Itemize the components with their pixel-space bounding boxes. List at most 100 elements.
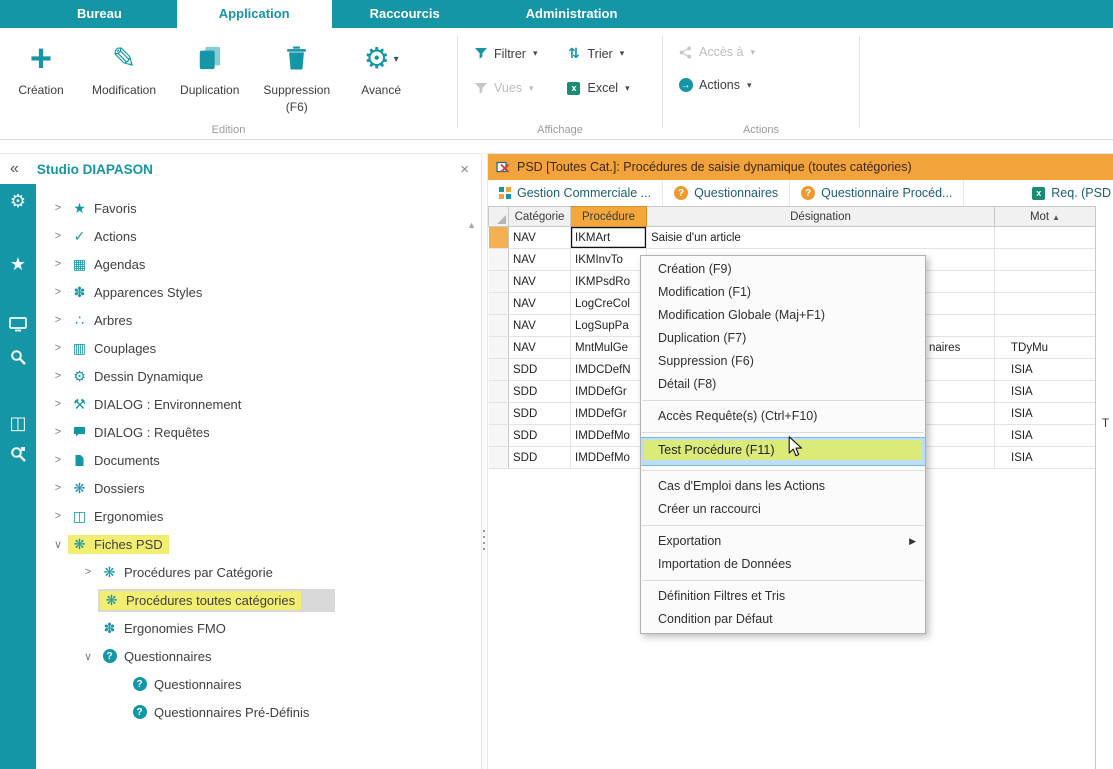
row-selector[interactable]: [489, 271, 509, 293]
ribbon-tab-application[interactable]: Application: [177, 0, 332, 28]
tree-item-ergonomies-fmo[interactable]: ✽Ergonomies FMO: [36, 614, 481, 642]
chevron-right-icon[interactable]: >: [48, 258, 68, 270]
chevron-right-icon[interactable]: >: [48, 454, 68, 466]
modification-button[interactable]: ✎Modification: [92, 37, 156, 98]
tree-item-procedures-par-categorie[interactable]: >❋Procédures par Catégorie: [36, 558, 481, 586]
row-selector[interactable]: [489, 293, 509, 315]
ribbon-tab-bureau[interactable]: Bureau: [22, 0, 177, 28]
tree-item-dossiers[interactable]: >❋Dossiers: [36, 474, 481, 502]
column-header-categorie[interactable]: Catégorie: [509, 207, 571, 227]
collapse-panel-icon[interactable]: «: [10, 160, 19, 178]
chevron-right-icon[interactable]: >: [48, 510, 68, 522]
row-selector[interactable]: [489, 249, 509, 271]
actions-button[interactable]: →Actions▾: [677, 78, 755, 92]
menu-item-creation-f9[interactable]: Création (F9): [641, 258, 925, 281]
search-icon[interactable]: [0, 349, 36, 365]
column-header-mot[interactable]: Mot▲: [995, 207, 1096, 227]
ribbon-tab-administration[interactable]: Administration: [478, 0, 666, 28]
scroll-up-icon[interactable]: ▲: [467, 220, 476, 230]
creation-button[interactable]: +Création: [14, 37, 68, 98]
menu-item-definition-filtres-et-tris[interactable]: Définition Filtres et Tris: [641, 585, 925, 608]
trier-button[interactable]: ⇅Trier▾: [565, 45, 629, 62]
ribbon-tab-raccourcis[interactable]: Raccourcis: [332, 0, 478, 28]
monitor-icon[interactable]: [0, 317, 36, 332]
tab-gestion-commerciale[interactable]: Gestion Commerciale ...: [488, 180, 663, 206]
menu-item-condition-par-defaut[interactable]: Condition par Défaut: [641, 608, 925, 631]
columns-icon[interactable]: ◫: [0, 414, 36, 432]
tree-item-dialog-environnement[interactable]: >⚒DIALOG : Environnement: [36, 390, 481, 418]
chevron-right-icon[interactable]: >: [48, 398, 68, 410]
excel-button[interactable]: xExcel▾: [565, 81, 629, 95]
tree-item-actions[interactable]: >✓Actions: [36, 222, 481, 250]
filtrer-button[interactable]: Filtrer▾: [472, 45, 537, 62]
tree-item-procedures-toutes-categories[interactable]: ❋Procédures toutes catégories: [36, 586, 481, 614]
column-header-procedure[interactable]: Procédure: [571, 207, 647, 227]
chevron-right-icon[interactable]: >: [48, 370, 68, 382]
chevron-right-icon[interactable]: >: [48, 482, 68, 494]
dropdown-caret-icon[interactable]: ▾: [533, 48, 538, 59]
column-header-designation[interactable]: Désignation: [647, 207, 995, 227]
select-all-corner[interactable]: [489, 207, 509, 227]
row-selector[interactable]: [489, 447, 509, 469]
tree-item-couplages[interactable]: >▥Couplages: [36, 334, 481, 362]
tab-req-psd[interactable]: xReq. (PSD: [1021, 180, 1113, 206]
menu-item-acces-requete-s-ctrl-f10[interactable]: Accès Requête(s) (Ctrl+F10): [641, 405, 925, 428]
menu-item-modification-f1[interactable]: Modification (F1): [641, 281, 925, 304]
chevron-right-icon[interactable]: >: [78, 566, 98, 578]
menu-item-importation-de-donnees[interactable]: Importation de Données: [641, 553, 925, 576]
acces-a-button[interactable]: Accès à▾: [677, 45, 755, 59]
chevron-right-icon[interactable]: >: [48, 314, 68, 326]
avance-button[interactable]: ⚙▾Avancé: [354, 37, 408, 98]
chevron-right-icon[interactable]: >: [48, 230, 68, 242]
tree-item-dessin-dynamique[interactable]: >⚙Dessin Dynamique: [36, 362, 481, 390]
row-selector[interactable]: [489, 403, 509, 425]
panel-splitter[interactable]: [481, 153, 488, 769]
menu-item-creer-un-raccourci[interactable]: Créer un raccourci: [641, 498, 925, 521]
tree-item-fiches-psd[interactable]: ∨❋Fiches PSD: [36, 530, 481, 558]
row-selector[interactable]: [489, 381, 509, 403]
menu-item-cas-d-emploi-dans-les-actions[interactable]: Cas d'Emploi dans les Actions: [641, 475, 925, 498]
star-icon[interactable]: ★: [0, 255, 36, 273]
search-plus-icon[interactable]: [0, 446, 36, 462]
tree-item-dialog-requetes[interactable]: >DIALOG : Requêtes: [36, 418, 481, 446]
menu-item-duplication-f7[interactable]: Duplication (F7): [641, 327, 925, 350]
dropdown-caret-icon[interactable]: ▾: [620, 48, 625, 59]
chevron-down-icon[interactable]: ∨: [48, 538, 68, 551]
vues-button[interactable]: Vues▾: [472, 81, 537, 95]
tree-item-agendas[interactable]: >▦Agendas: [36, 250, 481, 278]
dropdown-caret-icon[interactable]: ▾: [750, 47, 755, 58]
duplication-button[interactable]: Duplication: [180, 37, 239, 98]
tree-item-questionnaires[interactable]: ?Questionnaires: [36, 670, 481, 698]
dropdown-caret-icon[interactable]: ▾: [747, 80, 752, 91]
tree-item-apparences-styles[interactable]: >✽Apparences Styles: [36, 278, 481, 306]
chevron-down-icon[interactable]: ∨: [78, 650, 98, 663]
tree-item-arbres[interactable]: >∴Arbres: [36, 306, 481, 334]
dropdown-caret-icon[interactable]: ▾: [394, 54, 399, 65]
tree-item-documents[interactable]: >Documents: [36, 446, 481, 474]
close-icon[interactable]: ×: [460, 161, 469, 178]
chevron-right-icon[interactable]: >: [48, 342, 68, 354]
menu-item-modification-globale-maj-f1[interactable]: Modification Globale (Maj+F1): [641, 304, 925, 327]
tree-item-questionnaires-pre-definis[interactable]: ?Questionnaires Pré-Définis: [36, 698, 481, 726]
menu-item-detail-f8[interactable]: Détail (F8): [641, 373, 925, 396]
gear-icon[interactable]: ⚙: [0, 192, 36, 210]
chevron-right-icon[interactable]: >: [48, 426, 68, 438]
row-selector[interactable]: [489, 425, 509, 447]
tree-item-ergonomies[interactable]: >◫Ergonomies: [36, 502, 481, 530]
tab-questionnaires[interactable]: ?Questionnaires: [663, 180, 790, 206]
tree-item-questionnaires[interactable]: ∨?Questionnaires: [36, 642, 481, 670]
suppression-button[interactable]: Suppression(F6): [263, 37, 330, 115]
chevron-right-icon[interactable]: >: [48, 202, 68, 214]
menu-item-suppression-f6[interactable]: Suppression (F6): [641, 350, 925, 373]
tree-item-favoris[interactable]: >★Favoris: [36, 194, 481, 222]
row-selector[interactable]: [489, 315, 509, 337]
row-selector[interactable]: [489, 337, 509, 359]
tab-questionnaire-proced[interactable]: ?Questionnaire Procéd...: [790, 180, 964, 206]
row-selector[interactable]: [489, 227, 509, 249]
chevron-right-icon[interactable]: >: [48, 286, 68, 298]
row-selector[interactable]: [489, 359, 509, 381]
menu-item-test-procedure-f11[interactable]: Test Procédure (F11): [641, 437, 925, 466]
dropdown-caret-icon[interactable]: ▾: [529, 83, 534, 94]
menu-item-exportation[interactable]: Exportation▶: [641, 530, 925, 553]
table-row[interactable]: NAVIKMArtSaisie d'un article: [489, 227, 1096, 249]
